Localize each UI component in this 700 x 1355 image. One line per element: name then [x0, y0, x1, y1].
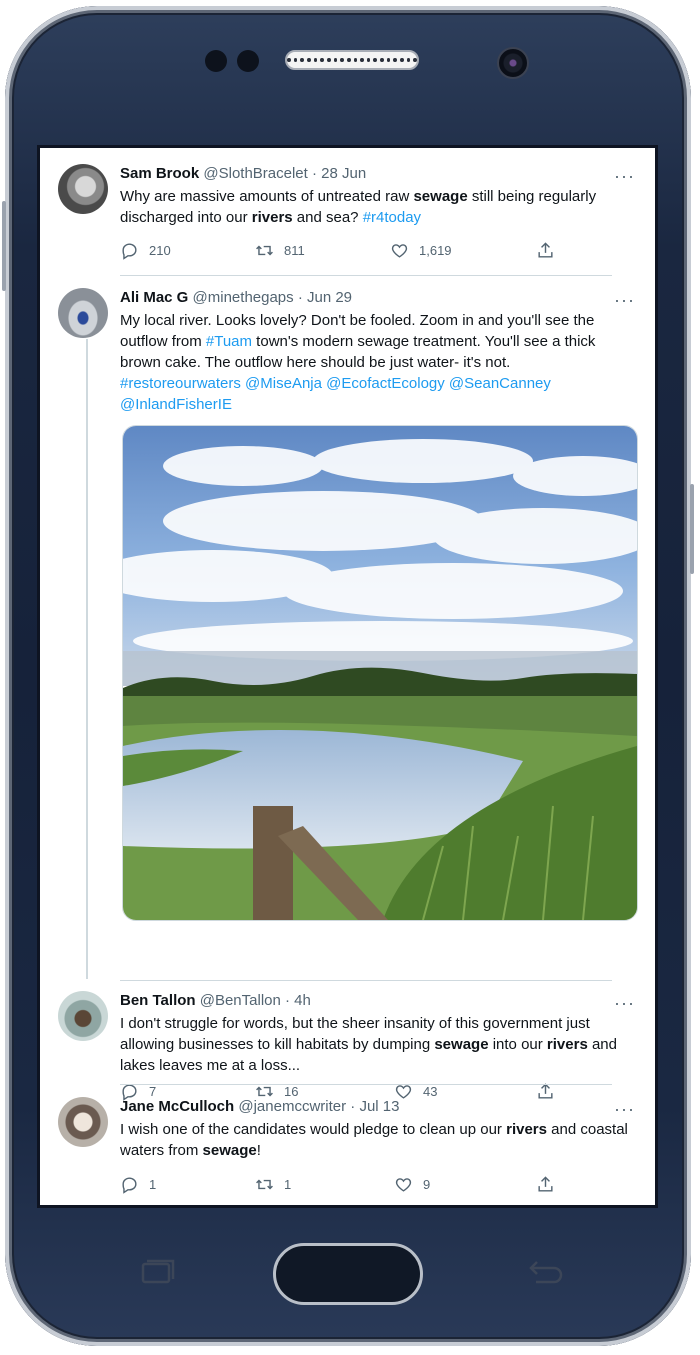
share-icon: [538, 242, 553, 258]
front-camera: [497, 47, 529, 79]
tweet[interactable]: Jane McCulloch @janemccwriter · Jul 13 I…: [40, 1085, 655, 1205]
river-landscape-image: [123, 426, 637, 920]
author-name[interactable]: Ali Mac G: [120, 289, 188, 306]
reply-button[interactable]: 210: [120, 241, 171, 260]
home-button[interactable]: [273, 1243, 423, 1305]
like-button[interactable]: 9: [394, 1175, 430, 1194]
author-name[interactable]: Jane McCulloch: [120, 1098, 234, 1115]
more-icon[interactable]: ···: [614, 167, 635, 185]
avatar[interactable]: [58, 288, 108, 338]
like-count: 9: [423, 1177, 431, 1192]
tweet-header: Jane McCulloch @janemccwriter · Jul 13: [120, 1097, 635, 1117]
recent-apps-icon[interactable]: [137, 1258, 177, 1293]
author-handle[interactable]: @janemccwriter: [238, 1098, 346, 1115]
share-button[interactable]: [536, 1175, 555, 1194]
retweet-count: 811: [284, 243, 305, 258]
author-handle[interactable]: @SlothBracelet: [203, 165, 307, 182]
reply-icon: [122, 243, 137, 260]
tweet[interactable]: Ben Tallon @BenTallon · 4h I don't strug…: [40, 981, 655, 1085]
light-sensor: [237, 50, 259, 72]
author-handle[interactable]: @minethegaps: [193, 289, 294, 306]
power-button: [690, 484, 694, 574]
hashtag-link[interactable]: #r4today: [363, 209, 421, 226]
tweet-text: I wish one of the candidates would pledg…: [120, 1121, 628, 1159]
avatar[interactable]: [58, 991, 108, 1041]
more-icon[interactable]: ···: [614, 1100, 635, 1118]
screen: Sam Brook @SlothBracelet · 28 Jun Why ar…: [37, 145, 658, 1208]
like-icon: [395, 1178, 412, 1192]
tweet-text: Why are massive amounts of untreated raw…: [120, 188, 597, 226]
tweet[interactable]: Sam Brook @SlothBracelet · 28 Jun Why ar…: [40, 148, 655, 276]
reply-count: 210: [149, 243, 171, 258]
share-icon: [538, 1176, 553, 1192]
mention-links[interactable]: #restoreourwaters @MiseAnja @EcofactEcol…: [120, 375, 551, 413]
reply-icon: [122, 1177, 137, 1194]
more-icon[interactable]: ···: [614, 291, 635, 309]
reply-count: 1: [149, 1177, 157, 1192]
hashtag-link[interactable]: #Tuam: [206, 333, 252, 350]
tweet-header: Ali Mac G @minethegaps · Jun 29: [120, 288, 635, 308]
author-name[interactable]: Sam Brook: [120, 165, 199, 182]
author-name[interactable]: Ben Tallon: [120, 992, 196, 1009]
tweet-date[interactable]: · 28 Jun: [312, 165, 366, 182]
tweet-date[interactable]: · Jul 13: [350, 1098, 399, 1115]
tweet-date[interactable]: · 4h: [285, 992, 311, 1009]
reply-button[interactable]: 1: [120, 1175, 156, 1194]
like-icon: [391, 244, 408, 258]
volume-button: [2, 201, 6, 291]
tweet-date[interactable]: · Jun 29: [298, 289, 352, 306]
tweet-text: I don't struggle for words, but the shee…: [120, 1015, 617, 1074]
share-button[interactable]: [536, 241, 555, 260]
tweet-header: Ben Tallon @BenTallon · 4h: [120, 991, 635, 1011]
tweet-text: My local river. Looks lovely? Don't be f…: [120, 312, 596, 413]
back-icon[interactable]: [524, 1258, 566, 1293]
retweet-button[interactable]: 1: [255, 1175, 291, 1194]
more-icon[interactable]: ···: [614, 994, 635, 1012]
retweet-button[interactable]: 811: [255, 241, 305, 260]
earpiece-speaker: [285, 50, 419, 70]
tweet[interactable]: Ali Mac G @minethegaps · Jun 29 My local…: [40, 276, 655, 1101]
tweet-header: Sam Brook @SlothBracelet · 28 Jun: [120, 164, 635, 184]
retweet-icon: [256, 1179, 273, 1190]
retweet-count: 1: [284, 1177, 292, 1192]
avatar[interactable]: [58, 1097, 108, 1147]
proximity-sensor: [205, 50, 227, 72]
like-count: 1,619: [419, 243, 452, 258]
avatar[interactable]: [58, 164, 108, 214]
like-button[interactable]: 1,619: [390, 241, 452, 260]
retweet-icon: [256, 245, 273, 256]
author-handle[interactable]: @BenTallon: [200, 992, 281, 1009]
tweet-photo[interactable]: [122, 425, 638, 921]
